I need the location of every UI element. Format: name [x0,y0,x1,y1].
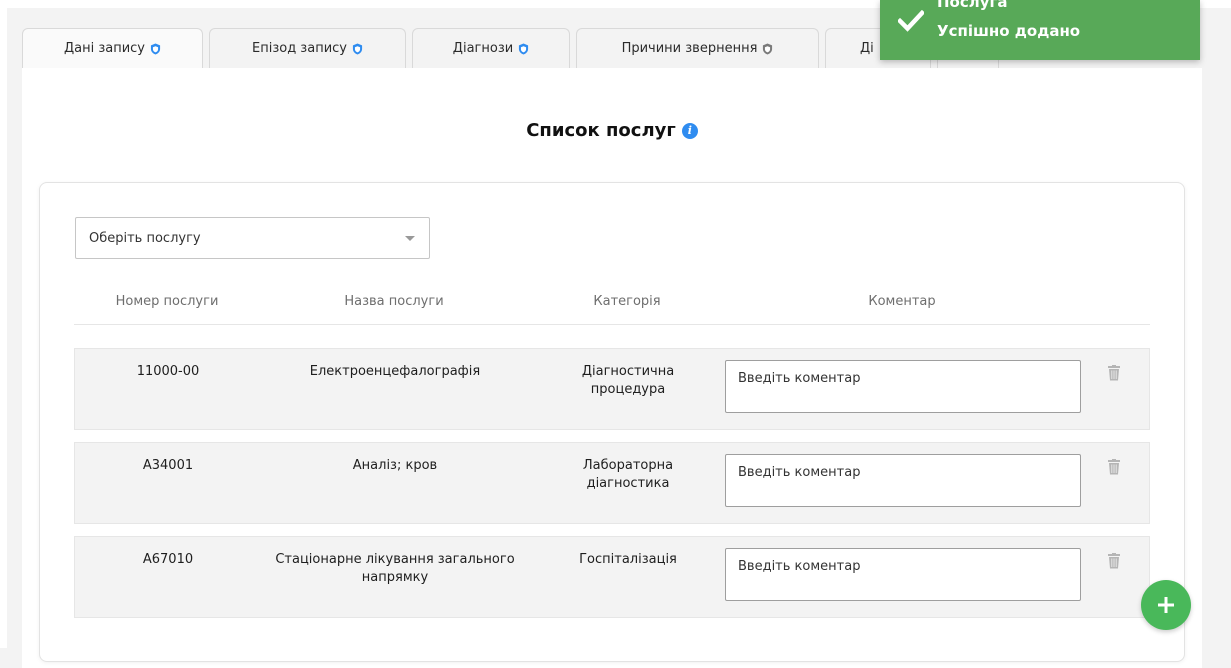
tab-record-data[interactable]: Дані запису [22,28,203,68]
page-title: Список послуг [526,120,676,141]
service-select-placeholder: Оберіть послугу [89,230,201,246]
left-strip [0,0,7,648]
toast-title: Послуга [937,0,1008,11]
header-divider [74,324,1150,325]
comment-input[interactable]: Введіть коментар [725,360,1081,413]
add-service-button[interactable] [1141,580,1191,630]
tab-diagnoses[interactable]: Діагнози [412,28,570,68]
column-header-category: Категорія [593,294,661,309]
tab-label: Діагнози [452,41,514,56]
table-row: 11000-00 Електроенцефалографія Діагности… [74,348,1150,430]
info-icon[interactable]: i [681,122,698,139]
column-header-name: Назва послуги [344,294,444,309]
page-title-row: Список послуг i [22,120,1202,141]
trash-icon[interactable] [1107,553,1121,569]
column-header-number: Номер послуги [115,294,219,309]
tab-label: Причини звернення [621,41,758,56]
tab-visit-reasons[interactable]: Причини звернення [576,28,819,68]
tab-label: Ді [860,41,874,56]
service-number: А34001 [142,458,194,473]
chevron-down-icon [405,236,415,241]
shield-icon [352,43,363,54]
tab-record-episode[interactable]: Епізод запису [209,28,406,68]
tab-label: Епізод запису [252,41,347,56]
service-category: Лабораторна діагностика [582,458,674,491]
trash-icon[interactable] [1107,459,1121,475]
tab-label: Дані запису [63,41,146,56]
toast-message: Успішно додано [937,22,1081,40]
column-header-comment: Коментар [868,294,936,309]
service-name: Стаціонарне лікування загального напрямк… [275,552,515,585]
service-name: Аналіз; кров [352,458,438,473]
plus-icon [1158,597,1174,613]
shield-icon [519,43,529,54]
checkmark-icon [898,10,924,32]
table-row: А34001 Аналіз; кров Лабораторна діагност… [74,442,1150,524]
shield-icon [150,43,161,54]
service-name: Електроенцефалографія [309,364,481,379]
service-select[interactable]: Оберіть послугу [75,217,430,259]
shield-icon [763,43,773,54]
service-number: А67010 [142,552,194,567]
service-number: 11000-00 [136,364,200,379]
success-toast[interactable]: Послуга Успішно додано [880,0,1200,60]
service-category: Діагностична процедура [581,364,675,397]
service-category: Госпіталізація [579,552,677,567]
comment-input[interactable]: Введіть коментар [725,548,1081,601]
comment-input[interactable]: Введіть коментар [725,454,1081,507]
table-row: А67010 Стаціонарне лікування загального … [74,536,1150,618]
trash-icon[interactable] [1107,365,1121,381]
